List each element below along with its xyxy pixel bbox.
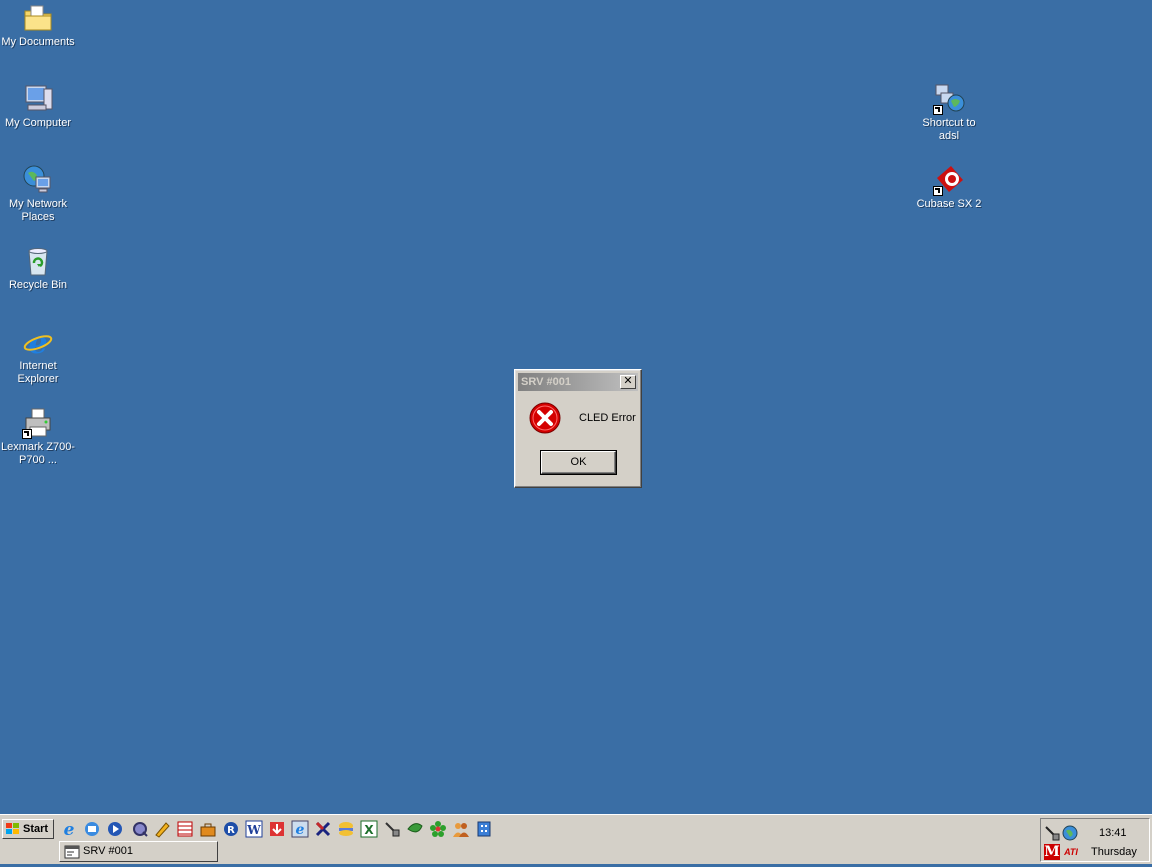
svg-text:X: X	[364, 823, 374, 837]
m-tray-label: M	[1044, 844, 1060, 860]
clock-time[interactable]: 13:41	[1099, 827, 1127, 839]
desktop-icon-label: Recycle Bin	[8, 279, 68, 291]
desktop-icon-label: Cubase SX 2	[916, 198, 982, 210]
quicktime-icon[interactable]	[131, 820, 149, 838]
spreadsheet-grid-icon[interactable]	[176, 820, 194, 838]
dialog-message: CLED Error	[579, 412, 636, 424]
shortcut-arrow-icon	[933, 186, 943, 196]
ati-tray-icon[interactable]: ATI	[1062, 844, 1080, 860]
internet-explorer-alt-icon[interactable]: e	[291, 820, 309, 838]
leaf-app-icon[interactable]	[406, 820, 424, 838]
close-icon: ✕	[623, 375, 633, 387]
word-icon[interactable]: W	[245, 820, 263, 838]
desktop-icon-my-documents[interactable]: My Documents	[0, 2, 76, 49]
excel-icon[interactable]: X	[360, 820, 378, 838]
folder-icon	[22, 2, 54, 34]
svg-text:e: e	[64, 820, 75, 838]
building-app-icon[interactable]	[475, 820, 493, 838]
internet-explorer-icon: e	[22, 326, 54, 361]
shortcut-arrow-icon	[933, 105, 943, 115]
svg-text:e: e	[28, 326, 47, 358]
media-player-icon[interactable]	[106, 820, 124, 838]
network-plug-icon[interactable]	[383, 820, 401, 838]
network-icon	[22, 164, 54, 196]
network-connection-icon	[933, 83, 965, 115]
windows-logo-icon	[6, 823, 20, 835]
svg-text:W: W	[246, 823, 261, 837]
desktop-icon-label: Lexmark Z700-P700 ...	[1, 441, 75, 466]
desktop-icon-label: Shortcut to adsl	[922, 117, 976, 142]
desktop-icon-internet-explorer[interactable]: e Internet Explorer	[0, 326, 76, 386]
desktop-icon-shortcut-adsl[interactable]: Shortcut to adsl	[911, 83, 987, 143]
start-label: Start	[23, 823, 49, 835]
x-app-icon[interactable]	[314, 820, 332, 838]
taskbar-button-label: SRV #001	[83, 845, 133, 857]
error-dialog: SRV #001 ✕ CLED Error OK	[514, 369, 642, 488]
people-app-icon[interactable]	[452, 820, 470, 838]
ok-button[interactable]: OK	[541, 451, 616, 474]
close-button[interactable]: ✕	[620, 375, 636, 389]
globe-tray-icon[interactable]	[1062, 825, 1078, 841]
dialog-title: SRV #001	[521, 376, 571, 388]
desktop-icon-lexmark-printer[interactable]: Lexmark Z700-P700 ...	[0, 407, 76, 467]
hamburger-app-icon[interactable]	[337, 820, 355, 838]
taskbar-button-srv[interactable]: SRV #001	[59, 841, 218, 862]
internet-explorer-icon[interactable]: e	[60, 820, 78, 840]
printer-icon	[22, 407, 54, 439]
taskbar: Start e R W e X SRV #001 M ATI 13:41 Thu…	[0, 814, 1152, 864]
desktop-icon-label: My Network Places	[8, 198, 68, 223]
recycle-bin-icon	[22, 245, 54, 277]
realplayer-icon[interactable]: R	[222, 820, 240, 838]
application-window-icon	[64, 844, 80, 860]
m-tray-icon[interactable]: M	[1044, 844, 1060, 860]
desktop-icon-recycle-bin[interactable]: Recycle Bin	[0, 245, 76, 292]
clock-day: Thursday	[1091, 846, 1137, 858]
icq-flower-icon[interactable]	[429, 820, 447, 838]
desktop-icon-label: My Computer	[4, 117, 72, 129]
desktop-icon-my-network-places[interactable]: My Network Places	[0, 164, 76, 224]
download-arrow-icon[interactable]	[268, 820, 286, 838]
system-tray: M ATI 13:41 Thursday	[1040, 818, 1150, 862]
desktop-icon-label: My Documents	[1, 36, 75, 48]
desktop-icon-label: Internet Explorer	[17, 360, 59, 385]
start-button[interactable]: Start	[2, 819, 54, 839]
network-plug-tray-icon[interactable]	[1044, 825, 1060, 841]
shortcut-arrow-icon	[22, 429, 32, 439]
error-icon	[529, 402, 561, 434]
ati-tray-label: ATI	[1064, 847, 1078, 857]
outlook-express-icon[interactable]	[83, 820, 101, 838]
svg-text:e: e	[296, 822, 305, 838]
computer-icon	[22, 83, 54, 115]
pencil-tool-icon[interactable]	[153, 820, 171, 838]
svg-text:R: R	[227, 825, 235, 836]
cubase-icon	[933, 164, 965, 196]
desktop-icon-cubase[interactable]: Cubase SX 2	[911, 164, 987, 211]
toolbox-icon[interactable]	[199, 820, 217, 838]
dialog-titlebar[interactable]: SRV #001 ✕	[518, 373, 638, 391]
desktop-icon-my-computer[interactable]: My Computer	[0, 83, 76, 130]
